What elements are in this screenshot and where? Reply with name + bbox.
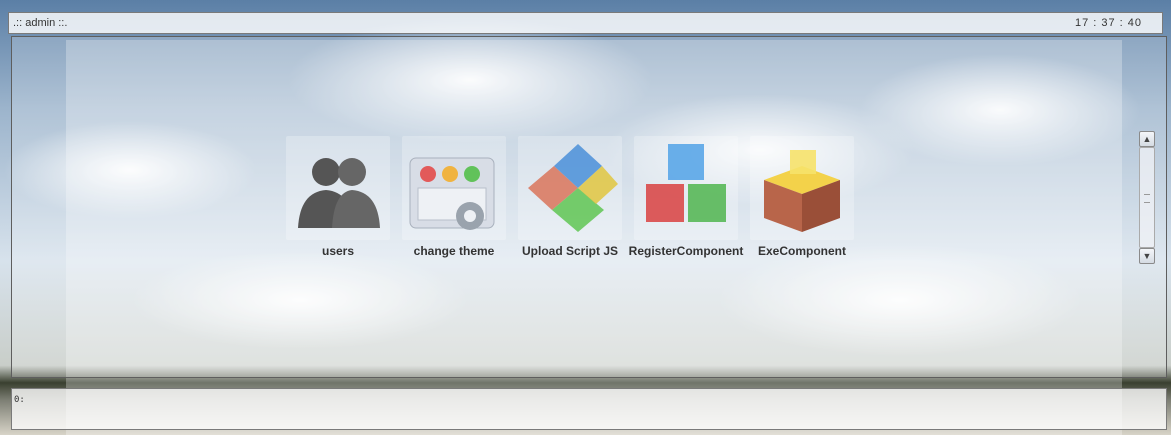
register-component-icon <box>646 144 726 222</box>
exe-component-icon <box>764 150 840 232</box>
vertical-scrollbar[interactable]: ▲ ▼ <box>1139 131 1155 265</box>
clock: 17 : 37 : 40 <box>1074 17 1142 29</box>
command-bar <box>11 388 1167 430</box>
upload-script-shortcut[interactable]: Upload Script JS <box>518 136 622 266</box>
scroll-down-button[interactable]: ▼ <box>1139 248 1155 264</box>
change-theme-shortcut[interactable]: change theme <box>402 136 506 266</box>
upload-script-icon <box>528 144 618 232</box>
window-title: .:: admin ::. <box>13 17 68 29</box>
desktop-icons: users change theme Upload Script JS Regi… <box>286 136 854 266</box>
exe-component-label: ExeComponent <box>757 244 846 258</box>
title-bar: .:: admin ::. 17 : 37 : 40 <box>8 12 1163 34</box>
users-shortcut[interactable]: users <box>286 136 390 266</box>
exe-component-shortcut[interactable]: ExeComponent <box>750 136 854 266</box>
users-icon <box>298 158 380 228</box>
register-component-shortcut[interactable]: RegisterComponent <box>629 136 743 266</box>
command-input[interactable] <box>14 393 314 407</box>
change-theme-icon <box>409 157 495 230</box>
scroll-up-button[interactable]: ▲ <box>1139 131 1155 147</box>
scroll-thumb[interactable] <box>1139 147 1155 248</box>
scroll-grip-icon <box>1144 194 1150 203</box>
